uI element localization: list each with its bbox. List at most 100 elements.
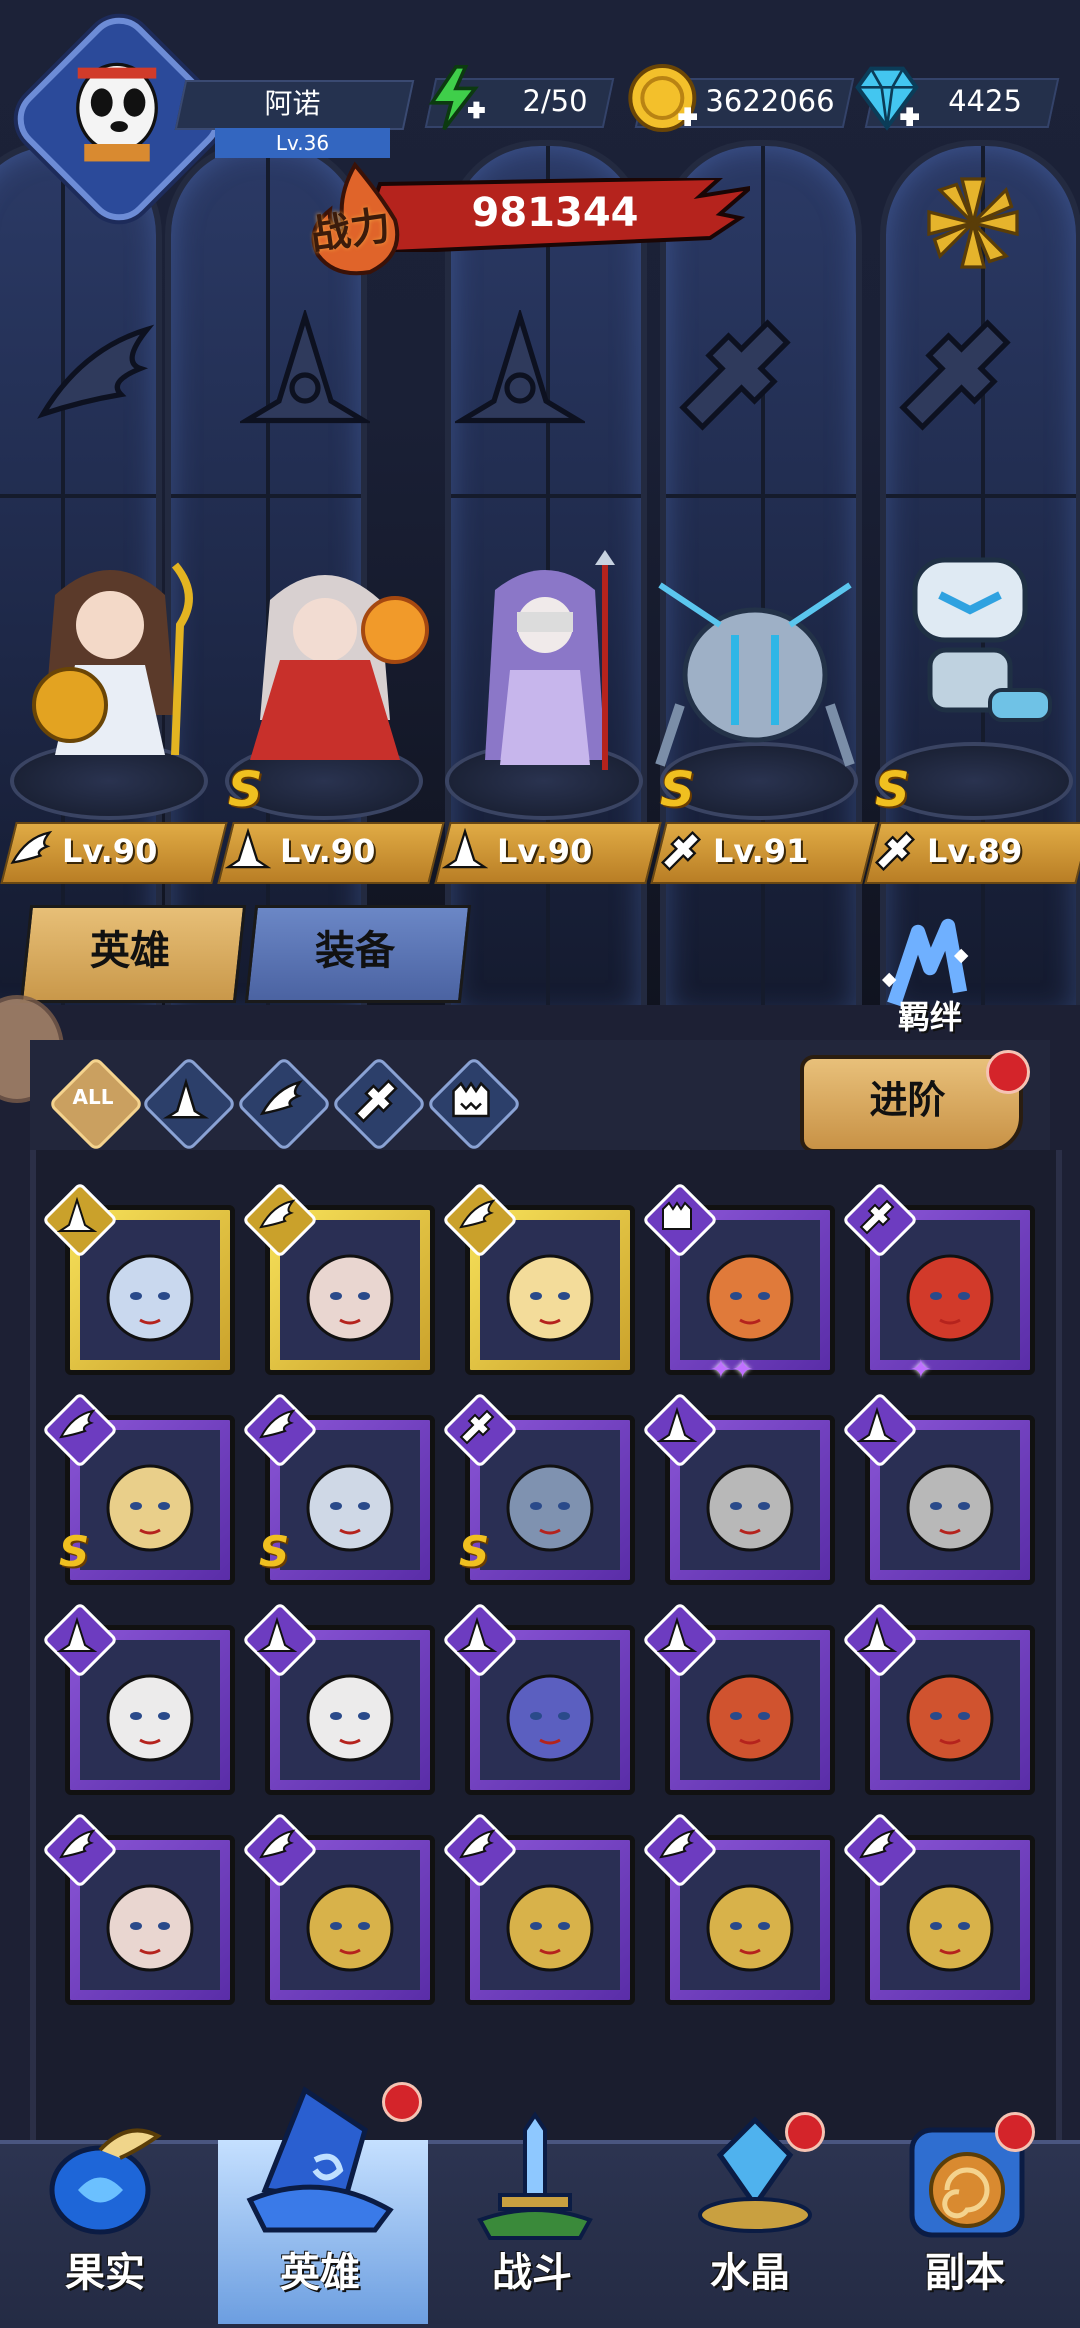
hat-icon (57, 1197, 97, 1232)
heroes-nav-wizard-hat-icon[interactable] (245, 2070, 395, 2240)
hero-level: Lv.91 (713, 832, 809, 870)
dungeon-nav-notification-dot (995, 2112, 1035, 2152)
tab-heroes-label: 英雄 (90, 928, 170, 974)
nav-dungeon-label[interactable]: 副本 (885, 2240, 1045, 2298)
hero-portrait (480, 1850, 620, 1990)
hat-icon (657, 1407, 697, 1442)
hero-portrait (480, 1220, 620, 1360)
card-s-rank-badge: S (459, 1527, 490, 1576)
hero-portrait (80, 1640, 220, 1780)
crystal-nav-notification-dot (785, 2112, 825, 2152)
gem-value: 4425 (948, 84, 1022, 118)
advance-label: 进阶 (869, 1078, 946, 1122)
s-rank-badge: S (875, 762, 910, 818)
wing-icon (859, 1829, 896, 1859)
hat-icon (857, 1407, 897, 1442)
hero-portrait (80, 1220, 220, 1360)
filter-all-label: ALL (72, 1085, 114, 1109)
wing-emblem-icon (37, 324, 155, 419)
hat-icon (857, 1617, 897, 1652)
bond-label: 羁绊 (897, 998, 962, 1036)
wrench-icon (354, 1079, 398, 1123)
energy-value: 2/50 (522, 84, 588, 118)
wing-icon (459, 1829, 496, 1859)
hero-level: Lv.90 (497, 832, 593, 870)
hero-portrait (680, 1850, 820, 1990)
player-level: Lv.36 (275, 131, 330, 155)
wrench-emblem-icon (679, 319, 791, 431)
hero-portrait (880, 1220, 1020, 1360)
advance-notification-dot (986, 1050, 1030, 1094)
wrench-icon (459, 1409, 495, 1445)
power-label: 战力 (307, 202, 394, 260)
hero-portrait (680, 1640, 820, 1780)
hero-portrait (880, 1430, 1020, 1570)
hero-portrait (280, 1430, 420, 1570)
hero-portrait (480, 1430, 620, 1570)
wrench-emblem-icon (899, 319, 1011, 431)
wing-icon (659, 1829, 696, 1859)
hero-portrait (80, 1430, 220, 1570)
wing-icon (59, 1409, 96, 1439)
hero-portrait (680, 1430, 820, 1570)
s-rank-badge: S (660, 762, 695, 818)
gold-coin-icon[interactable] (625, 58, 705, 138)
battle-nav-sword-icon[interactable] (460, 2110, 610, 2240)
wing-icon (259, 1409, 296, 1439)
card-star-rating: ✦✦ (710, 1355, 754, 1385)
hero-goddess-figure[interactable] (15, 555, 205, 775)
monster-icon (662, 1201, 692, 1230)
card-s-rank-badge: S (59, 1527, 90, 1576)
wrench-icon (859, 1199, 895, 1235)
wing-icon (10, 830, 53, 865)
hat-emblem-icon (240, 310, 370, 424)
hero-portrait (280, 1640, 420, 1780)
card-s-rank-badge: S (259, 1527, 290, 1576)
hat-icon (442, 828, 488, 869)
nav-battle-label[interactable]: 战斗 (452, 2240, 612, 2298)
power-value: 981344 (471, 190, 639, 236)
hero-portrait (880, 1850, 1020, 1990)
nav-fruit-label[interactable]: 果实 (25, 2240, 185, 2298)
gold-value: 3622066 (705, 84, 835, 118)
hero-portrait (680, 1220, 820, 1360)
hero-level: Lv.89 (927, 832, 1023, 870)
hat-icon (657, 1617, 697, 1652)
hero-mech-beetle-figure[interactable] (640, 565, 870, 775)
player-name: 阿诺 (264, 87, 321, 120)
hero-portrait (280, 1220, 420, 1360)
settings-pinwheel-icon[interactable] (918, 168, 1028, 278)
hat-emblem-icon (455, 310, 585, 424)
hero-red-sorceress-figure[interactable] (230, 550, 430, 775)
gem-diamond-icon[interactable] (845, 58, 929, 138)
fruit-nav-icon[interactable] (28, 2110, 178, 2240)
tab-equipment-label: 装备 (315, 928, 395, 974)
hat-icon (457, 1617, 497, 1652)
hat-icon (57, 1617, 97, 1652)
nav-heroes-label[interactable]: 英雄 (240, 2240, 400, 2298)
hero-portrait (280, 1850, 420, 1990)
wing-icon (259, 1829, 296, 1859)
card-star-rating: ✦ (910, 1355, 932, 1385)
hero-robot-drone-figure[interactable] (880, 540, 1060, 760)
hero-level: Lv.90 (62, 832, 158, 870)
heroes-nav-notification-dot (382, 2082, 422, 2122)
wing-icon (259, 1199, 296, 1229)
nav-crystal-label[interactable]: 水晶 (670, 2240, 830, 2298)
hero-portrait (880, 1640, 1020, 1780)
hat-icon (257, 1617, 297, 1652)
s-rank-badge: S (228, 762, 263, 818)
wing-icon (259, 1080, 304, 1116)
wing-icon (59, 1829, 96, 1859)
energy-bolt-icon[interactable] (420, 62, 492, 134)
hero-portrait (80, 1850, 220, 1990)
monster-icon (452, 1081, 490, 1118)
wing-icon (459, 1199, 496, 1229)
panda-avatar-icon (76, 62, 158, 162)
wrench-icon (660, 830, 702, 872)
hero-nun-figure[interactable] (455, 550, 640, 780)
wrench-icon (874, 830, 916, 872)
hat-icon (225, 828, 271, 869)
hero-level: Lv.90 (280, 832, 376, 870)
hat-icon (162, 1077, 210, 1119)
